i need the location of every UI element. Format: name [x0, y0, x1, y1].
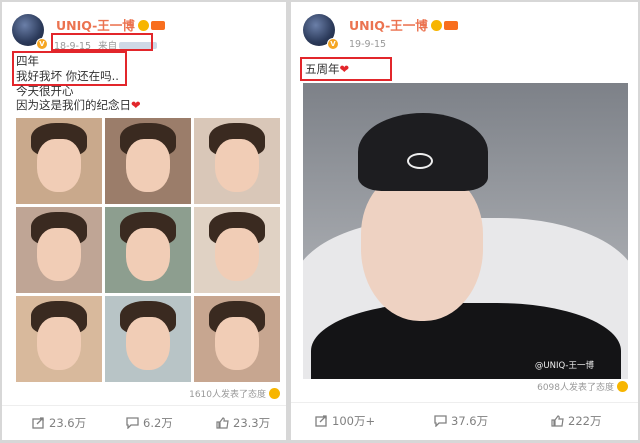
grid-photo-3[interactable]: [194, 118, 280, 204]
reaction-count-text: 1610人发表了态度: [189, 390, 266, 400]
emoji-icon: [430, 20, 442, 31]
photo-grid: [16, 118, 282, 382]
comment-button[interactable]: 6.2万: [126, 415, 173, 431]
weibo-post-2019: V UNIQ-王一博 19-9-15 五周年❤ @UNIQ-王一博 6098人发…: [291, 2, 638, 440]
reaction-count[interactable]: 1610人发表了态度: [189, 387, 280, 400]
grid-photo-5[interactable]: [105, 207, 191, 293]
grid-photo-2[interactable]: [105, 118, 191, 204]
highlight-box-text: [12, 51, 127, 86]
username[interactable]: UNIQ-王一博: [56, 15, 165, 34]
like-icon: [216, 417, 229, 429]
watermark: @UNIQ-王一博: [534, 361, 594, 371]
grid-photo-1[interactable]: [16, 118, 102, 204]
post-text-line3: 今天很开心: [16, 84, 74, 98]
weibo-post-2018: V UNIQ-王一博 18-9-15 来自 四年 我好我坏 你还在吗.. 今天很…: [2, 2, 286, 440]
divider: [291, 402, 638, 403]
forward-button[interactable]: 23.6万: [32, 415, 86, 431]
comment-count: 6.2万: [143, 416, 173, 430]
username-text: UNIQ-王一博: [56, 18, 135, 33]
emoji-icon: [137, 20, 149, 31]
like-button[interactable]: 222万: [551, 413, 601, 429]
grid-photo-8[interactable]: [105, 296, 191, 382]
vip-icon: [150, 21, 165, 30]
reaction-count-text: 6098人发表了态度: [537, 383, 614, 393]
post-text-line4: 因为这是我们的纪念日❤: [16, 98, 141, 113]
vip-icon: [443, 21, 458, 30]
verified-badge-icon: V: [327, 38, 339, 50]
forward-count: 23.6万: [49, 416, 87, 430]
forward-icon: [315, 415, 327, 427]
highlight-box-meta: [51, 33, 153, 51]
beanie-logo: [407, 153, 433, 169]
like-button[interactable]: 23.3万: [216, 415, 270, 431]
forward-button[interactable]: 100万+: [315, 413, 375, 429]
grid-photo-7[interactable]: [16, 296, 102, 382]
grid-photo-9[interactable]: [194, 296, 280, 382]
comment-icon: [126, 417, 139, 429]
comment-icon: [434, 415, 447, 427]
grid-photo-4[interactable]: [16, 207, 102, 293]
comment-count: 37.6万: [451, 414, 489, 428]
smile-emoji-icon: [617, 381, 628, 392]
photo-face: [361, 171, 483, 321]
smile-emoji-icon: [269, 388, 280, 399]
heart-emoji: ❤: [131, 98, 141, 112]
highlight-box-text: [300, 57, 392, 81]
comment-button[interactable]: 37.6万: [434, 413, 488, 429]
forward-count: 100万+: [332, 414, 376, 428]
photo-beanie: [358, 113, 488, 191]
username-text: UNIQ-王一博: [349, 18, 428, 33]
grid-photo-6[interactable]: [194, 207, 280, 293]
divider: [2, 405, 286, 406]
post-date[interactable]: 19-9-15: [349, 39, 386, 50]
verified-badge-icon: V: [36, 38, 48, 50]
post-text-line4-text: 因为这是我们的纪念日: [16, 98, 131, 112]
forward-icon: [32, 417, 44, 429]
username[interactable]: UNIQ-王一博: [349, 15, 458, 34]
like-count: 222万: [568, 414, 602, 428]
reaction-count[interactable]: 6098人发表了态度: [537, 380, 628, 393]
like-icon: [551, 415, 564, 427]
post-photo[interactable]: @UNIQ-王一博: [303, 83, 628, 379]
like-count: 23.3万: [233, 416, 271, 430]
